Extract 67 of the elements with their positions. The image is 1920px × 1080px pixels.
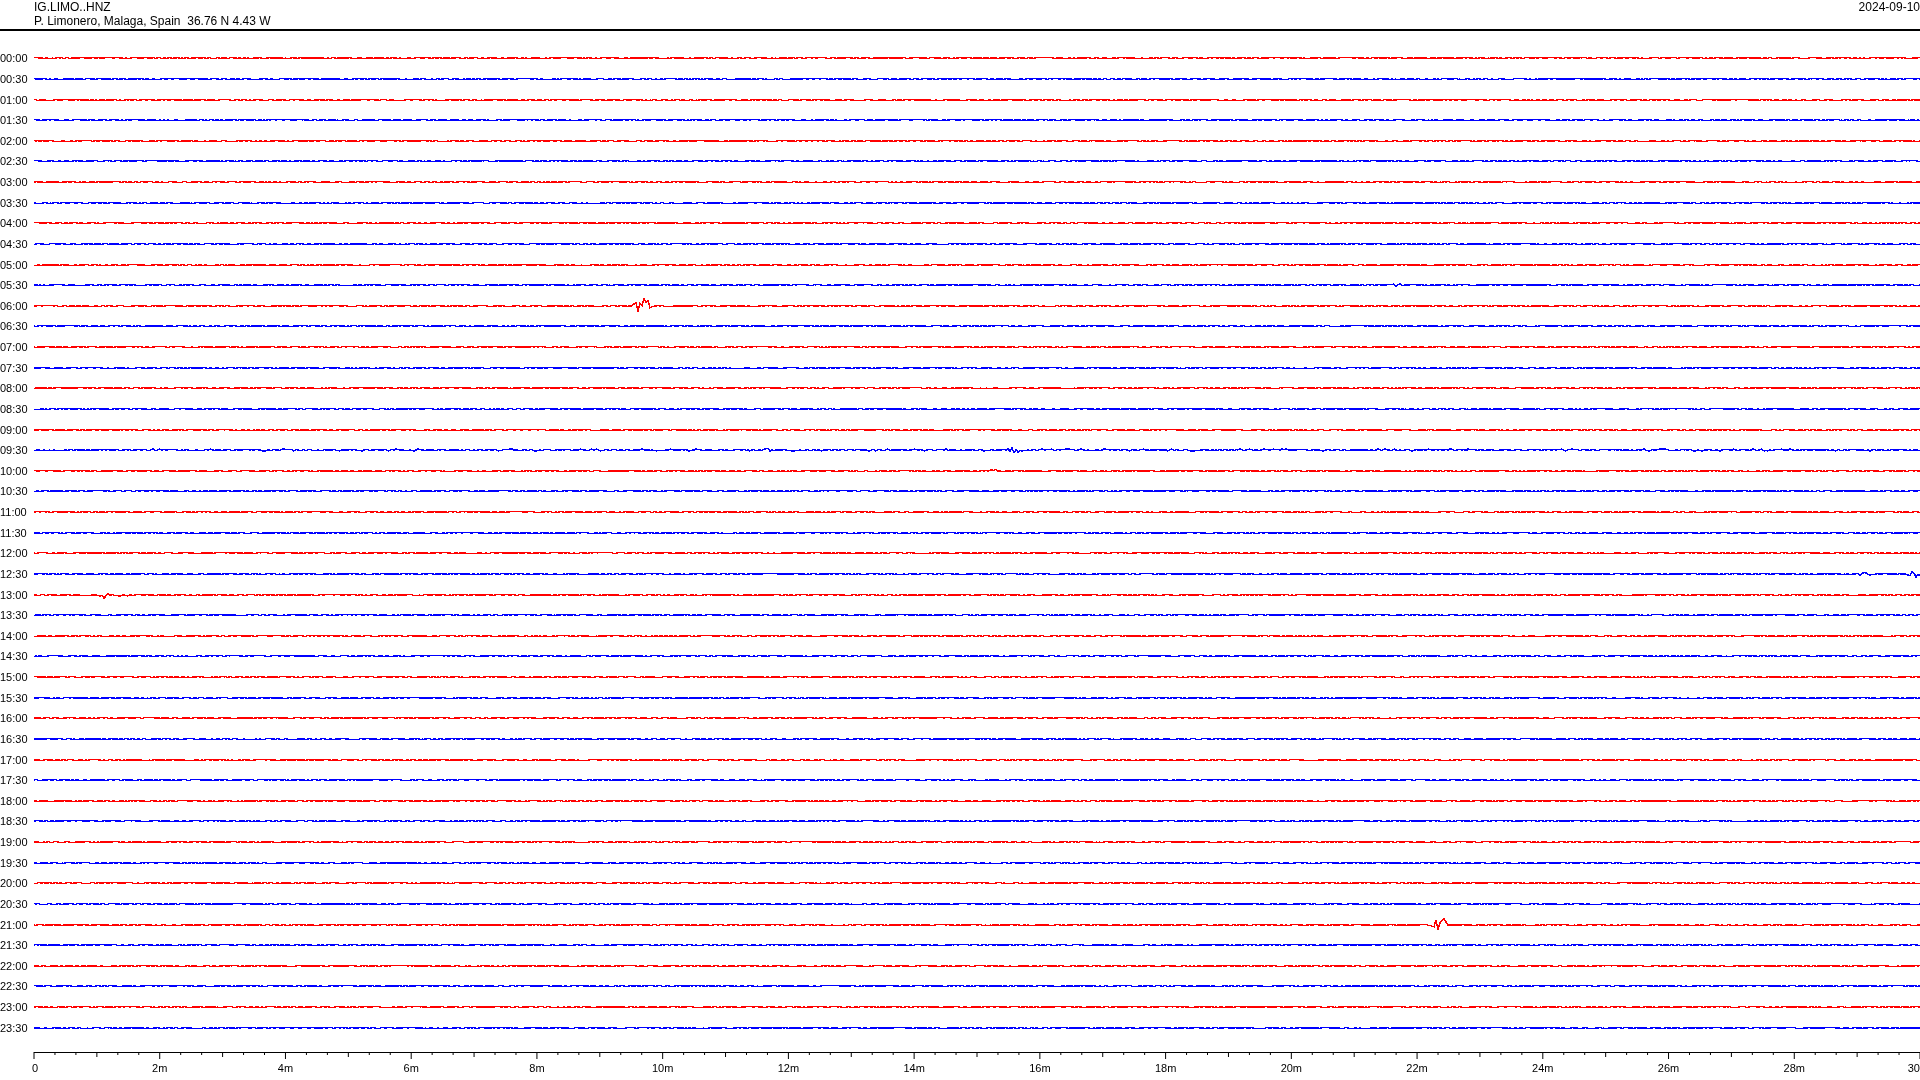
axis-label: 30 bbox=[1907, 1062, 1920, 1075]
trace-time-label: 17:30 bbox=[0, 774, 29, 787]
trace-time-label: 00:30 bbox=[0, 72, 29, 85]
trace-time-label: 14:30 bbox=[0, 650, 29, 663]
trace-time-label: 02:30 bbox=[0, 155, 29, 168]
trace-time-label: 21:30 bbox=[0, 939, 29, 952]
trace-time-label: 00:00 bbox=[0, 52, 29, 65]
trace-time-label: 05:00 bbox=[0, 258, 29, 271]
trace-time-label: 23:30 bbox=[0, 1021, 29, 1034]
trace-time-label: 06:30 bbox=[0, 320, 29, 333]
trace-time-label: 07:30 bbox=[0, 361, 29, 374]
trace-time-label: 11:30 bbox=[0, 526, 28, 539]
trace-time-label: 19:00 bbox=[0, 836, 29, 849]
axis-label: 20m bbox=[1280, 1062, 1303, 1075]
axis-label: 22m bbox=[1406, 1062, 1428, 1075]
axis-label: 4m bbox=[277, 1062, 294, 1075]
trace-time-label: 08:00 bbox=[0, 382, 29, 395]
axis-label: 0 bbox=[32, 1062, 39, 1075]
trace-time-label: 11:00 bbox=[0, 506, 28, 519]
trace-time-label: 01:30 bbox=[0, 114, 29, 127]
trace-time-label: 12:30 bbox=[0, 567, 29, 580]
axis-label: 2m bbox=[152, 1062, 168, 1075]
trace-time-label: 06:00 bbox=[0, 299, 29, 312]
trace-time-label: 03:00 bbox=[0, 176, 29, 189]
trace-time-label: 16:30 bbox=[0, 732, 29, 745]
trace-time-label: 15:30 bbox=[0, 691, 29, 704]
trace-time-label: 17:00 bbox=[0, 753, 29, 766]
trace-time-label: 10:30 bbox=[0, 485, 29, 498]
trace-time-label: 04:00 bbox=[0, 217, 29, 230]
trace-time-label: 22:30 bbox=[0, 980, 29, 993]
axis-label: 28m bbox=[1783, 1062, 1805, 1075]
axis-label: 26m bbox=[1657, 1062, 1680, 1075]
axis-label: 14m bbox=[903, 1062, 925, 1075]
trace-time-label: 01:00 bbox=[0, 93, 29, 106]
trace-time-label: 05:30 bbox=[0, 279, 29, 292]
trace-time-label: 15:00 bbox=[0, 671, 29, 684]
trace-time-label: 03:30 bbox=[0, 196, 29, 209]
trace-time-label: 13:30 bbox=[0, 609, 29, 622]
trace-time-label: 07:00 bbox=[0, 341, 29, 354]
trace-time-label: 18:30 bbox=[0, 815, 29, 828]
axis-label: 24m bbox=[1532, 1062, 1554, 1075]
trace-time-label: 09:00 bbox=[0, 423, 29, 436]
trace-time-label: 23:00 bbox=[0, 1001, 29, 1014]
trace-time-label: 16:00 bbox=[0, 712, 29, 725]
axis-label: 16m bbox=[1029, 1062, 1051, 1075]
trace-time-label: 14:00 bbox=[0, 629, 29, 642]
trace-time-label: 02:00 bbox=[0, 134, 29, 147]
trace-time-label: 13:00 bbox=[0, 588, 29, 601]
axis-label: 8m bbox=[529, 1062, 545, 1075]
trace-time-label: 22:00 bbox=[0, 959, 29, 972]
trace-time-label: 20:30 bbox=[0, 897, 29, 910]
axis-label: 12m bbox=[777, 1062, 800, 1075]
trace-time-label: 10:00 bbox=[0, 464, 29, 477]
axis-label: 6m bbox=[403, 1062, 419, 1075]
trace-time-label: 19:30 bbox=[0, 856, 29, 869]
station-code: IG.LIMO..HNZ bbox=[34, 0, 112, 14]
trace-time-label: 18:00 bbox=[0, 794, 29, 807]
axis-label: 10m bbox=[651, 1062, 674, 1075]
trace-time-label: 08:30 bbox=[0, 402, 29, 415]
trace-time-label: 12:00 bbox=[0, 547, 29, 560]
record-date: 2024-09-10 bbox=[1858, 0, 1920, 14]
axis-label: 18m bbox=[1154, 1062, 1177, 1075]
trace-time-label: 09:30 bbox=[0, 444, 29, 457]
station-location: P. Limonero, Malaga, Spain 36.76 N 4.43 W bbox=[34, 14, 271, 28]
trace-time-label: 04:30 bbox=[0, 237, 29, 250]
trace-time-label: 21:00 bbox=[0, 918, 29, 931]
trace-time-label: 20:00 bbox=[0, 877, 29, 890]
